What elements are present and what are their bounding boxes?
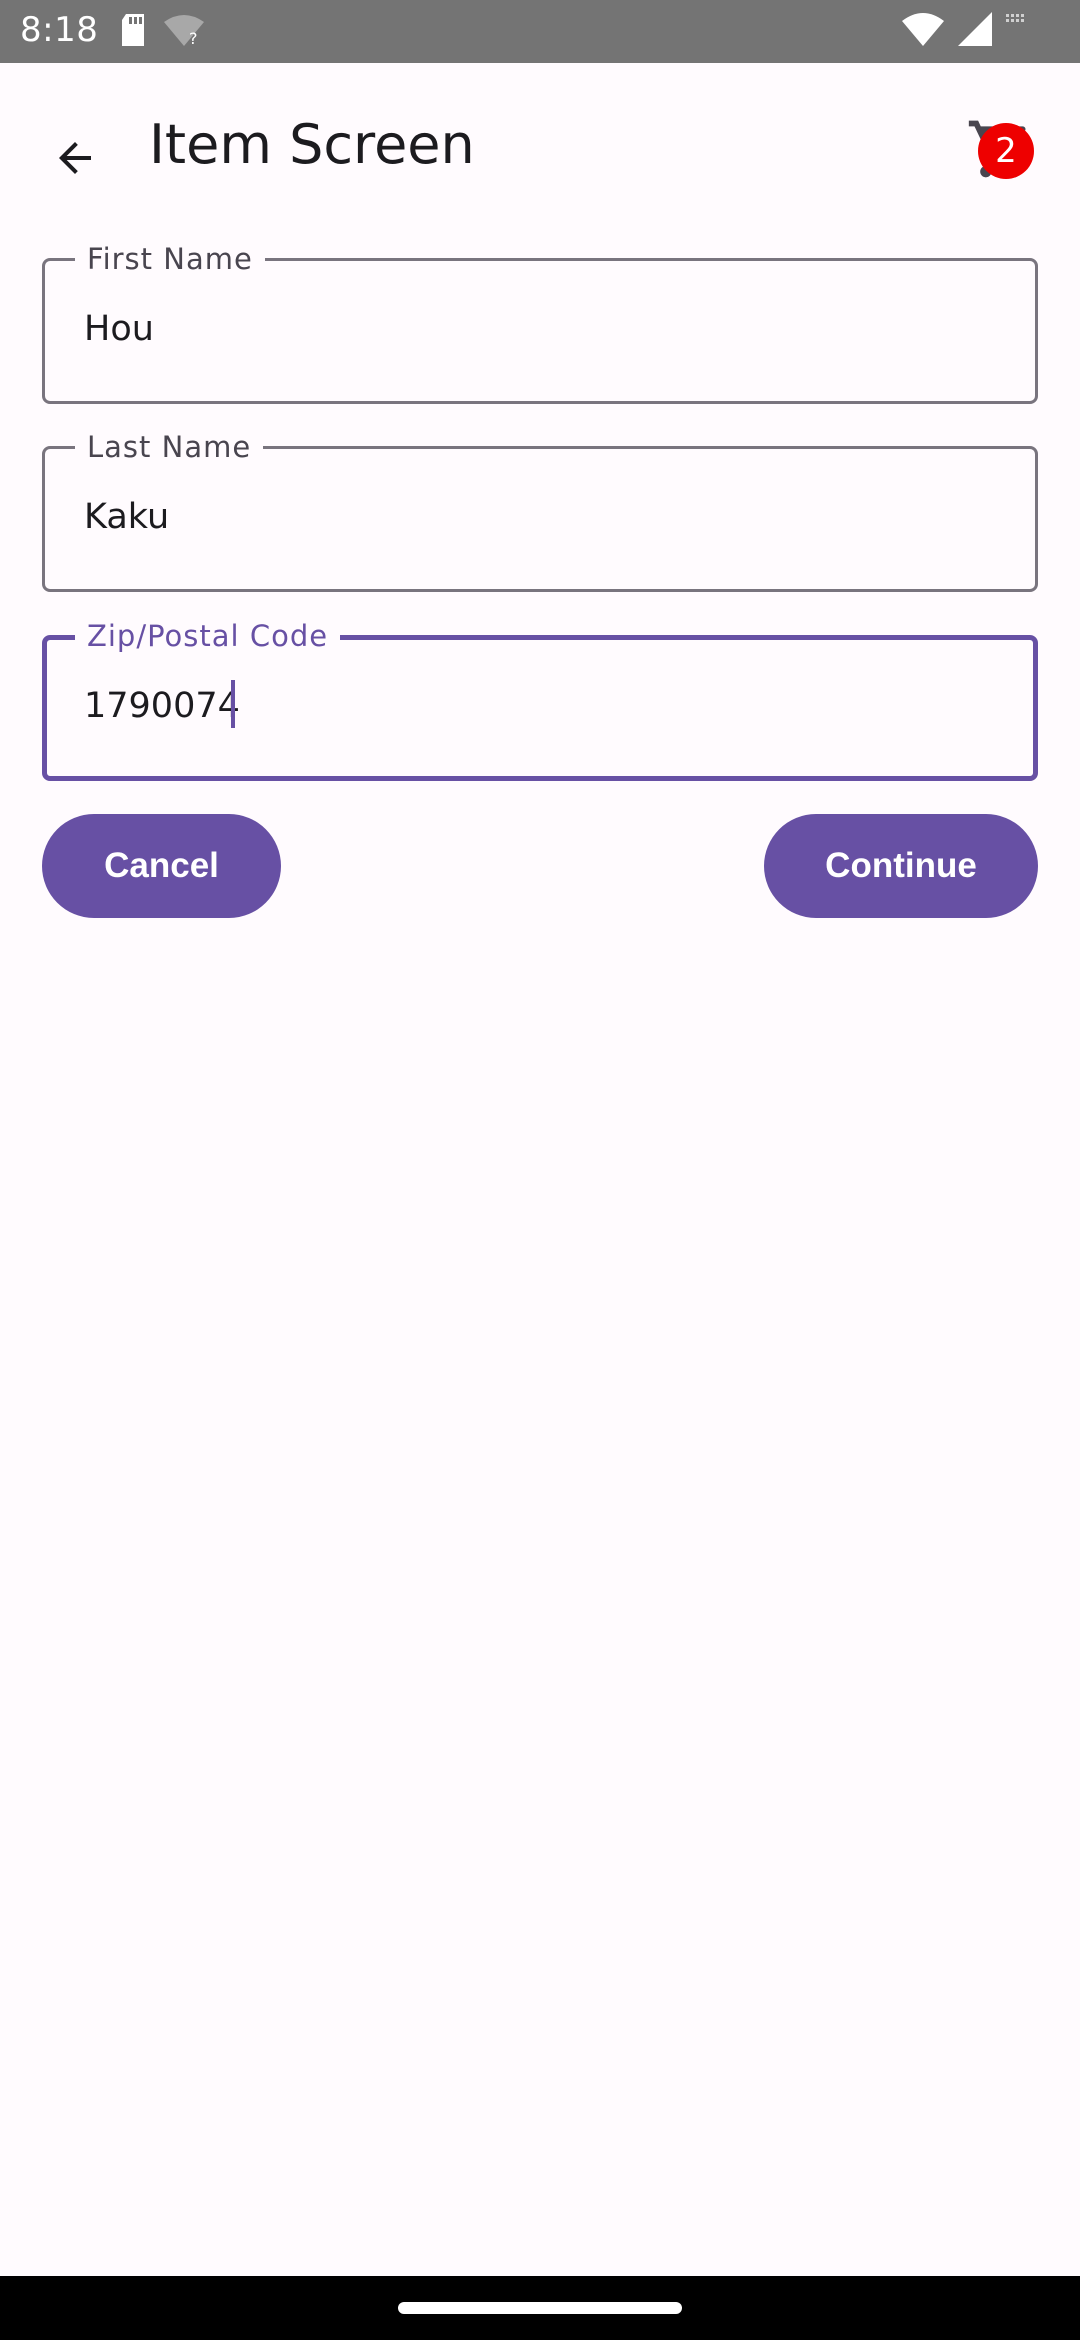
back-button[interactable] [30, 115, 120, 205]
svg-text:?: ? [189, 29, 198, 46]
wifi-question-icon: ? [164, 14, 204, 50]
zip-code-input[interactable] [84, 678, 984, 734]
status-right-icons [902, 12, 1026, 50]
status-left-icons: ? [120, 14, 204, 50]
cancel-button[interactable]: Cancel [42, 814, 281, 918]
status-time: 8:18 [20, 10, 99, 50]
first-name-label: First Name [75, 241, 265, 277]
last-name-input[interactable] [84, 489, 984, 545]
signal-icon [958, 12, 1000, 50]
home-indicator[interactable] [398, 2302, 682, 2314]
text-caret [231, 680, 235, 728]
first-name-field[interactable]: First Name [42, 241, 1038, 404]
page-title: Item Screen [149, 113, 475, 176]
sd-card-icon [120, 14, 146, 50]
last-name-field[interactable]: Last Name [42, 429, 1038, 592]
zip-code-label: Zip/Postal Code [75, 618, 341, 654]
first-name-input[interactable] [84, 301, 984, 357]
wifi-icon [902, 12, 944, 50]
status-bar: 8:18 ? [0, 0, 1080, 63]
cart-badge: 2 [978, 123, 1034, 179]
cart-button[interactable]: 2 [966, 115, 1056, 205]
zip-code-field[interactable]: Zip/Postal Code [42, 618, 1038, 781]
arrow-back-icon [51, 134, 99, 186]
continue-button[interactable]: Continue [764, 814, 1038, 918]
last-name-label: Last Name [75, 429, 264, 465]
app-bar: Item Screen 2 [0, 63, 1080, 233]
signal-extra-icon [1006, 12, 1026, 50]
